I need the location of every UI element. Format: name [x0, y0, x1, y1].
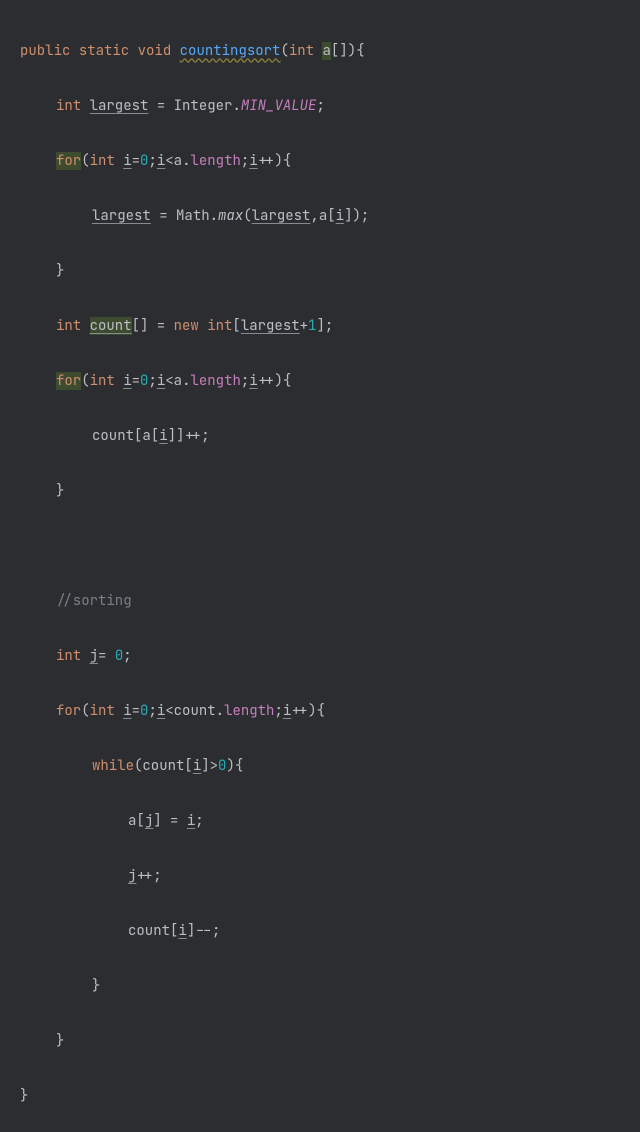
code-line-10[interactable]: //sorting: [20, 588, 640, 616]
method-name: countingsort: [180, 42, 281, 60]
code-line-17[interactable]: }: [20, 973, 640, 1001]
paren-open: (: [280, 42, 288, 60]
param-a: a: [322, 42, 330, 60]
keyword-static: static: [79, 42, 129, 60]
keyword-for: for: [56, 702, 81, 720]
comment: //sorting: [56, 592, 132, 610]
code-editor[interactable]: public static void countingsort(int a[])…: [0, 0, 640, 1132]
code-line-3[interactable]: for(int i=0;i<a.length;i++){: [20, 148, 640, 176]
brackets: []: [331, 42, 348, 60]
var-largest: largest: [90, 97, 149, 115]
code-line-7[interactable]: for(int i=0;i<a.length;i++){: [20, 368, 640, 396]
keyword-new: new: [174, 317, 199, 335]
var-largest: largest: [92, 207, 151, 225]
code-line-1[interactable]: public static void countingsort(int a[])…: [20, 38, 640, 66]
var-j: j: [90, 647, 98, 665]
type-int: int: [56, 97, 81, 115]
type-int: int: [289, 42, 314, 60]
var-i: i: [123, 152, 131, 170]
code-line-5[interactable]: }: [20, 258, 640, 286]
code-line-14[interactable]: a[j] = i;: [20, 808, 640, 836]
code-line-16[interactable]: count[i]--;: [20, 918, 640, 946]
paren-close: ){: [348, 42, 365, 60]
code-line-11[interactable]: int j= 0;: [20, 643, 640, 671]
code-line-6[interactable]: int count[] = new int[largest+1];: [20, 313, 640, 341]
field-length: length: [190, 152, 240, 170]
code-line-13[interactable]: while(count[i]>0){: [20, 753, 640, 781]
code-line-4[interactable]: largest = Math.max(largest,a[i]);: [20, 203, 640, 231]
code-line-9[interactable]: }: [20, 478, 640, 506]
var-count: count: [90, 317, 132, 335]
keyword-for: for: [56, 372, 81, 390]
brace-close: }: [56, 262, 64, 280]
keyword-for: for: [56, 152, 81, 170]
code-line-18[interactable]: }: [20, 1028, 640, 1056]
keyword-void: void: [138, 42, 172, 60]
code-line-8[interactable]: count[a[i]]++;: [20, 423, 640, 451]
class-math: Math: [176, 207, 210, 225]
code-line-15[interactable]: j++;: [20, 863, 640, 891]
keyword-public: public: [20, 42, 70, 60]
keyword-while: while: [92, 757, 134, 775]
code-line-12[interactable]: for(int i=0;i<count.length;i++){: [20, 698, 640, 726]
method-max: max: [218, 207, 243, 225]
code-line-19[interactable]: }: [20, 1083, 640, 1111]
code-line-2[interactable]: int largest = Integer.MIN_VALUE;: [20, 93, 640, 121]
field-minvalue: MIN_VALUE: [241, 97, 317, 115]
code-line-blank[interactable]: [20, 533, 640, 561]
class-integer: Integer: [174, 97, 233, 115]
